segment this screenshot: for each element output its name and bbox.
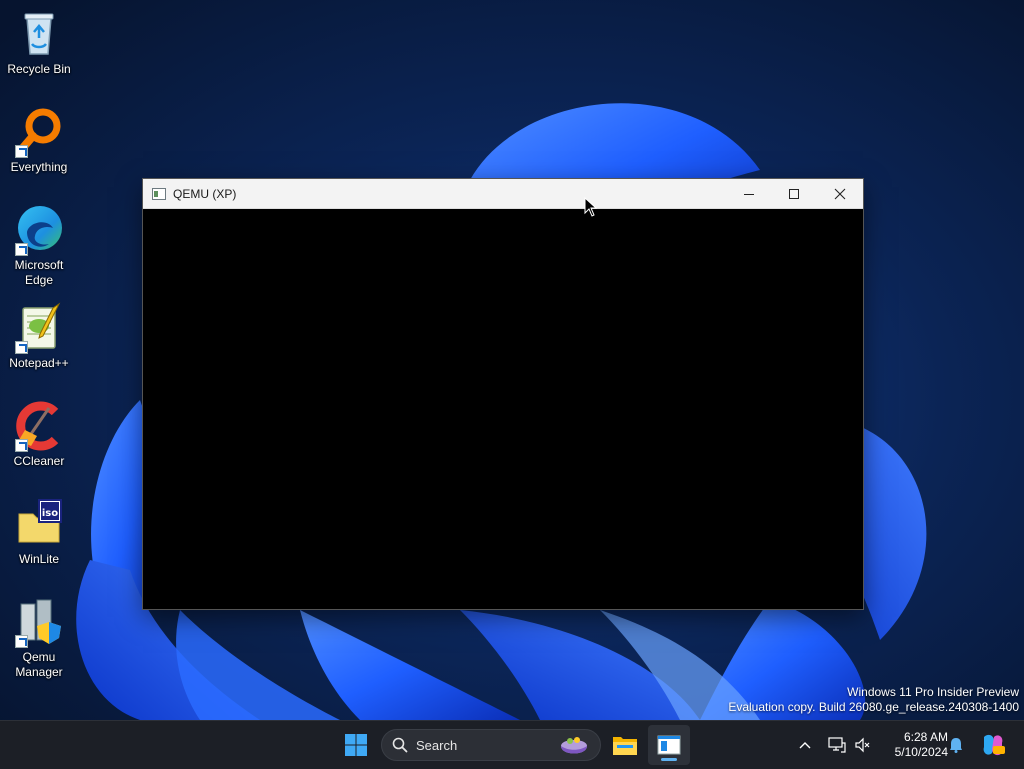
minimize-icon: [744, 193, 754, 195]
desktop-icon-label: Recycle Bin: [7, 62, 71, 76]
search-label: Search: [416, 737, 458, 753]
tray-network-button[interactable]: [826, 721, 848, 769]
taskbar-search-box[interactable]: Search: [381, 729, 601, 761]
desktop-icon-winlite[interactable]: iso WinLite: [4, 498, 74, 567]
vm-display[interactable]: [143, 209, 863, 609]
qemu-manager-icon: [13, 596, 65, 648]
desktop-icon-label: CCleaner: [13, 454, 65, 468]
mouse-cursor-icon: [584, 197, 597, 217]
qemu-window[interactable]: QEMU (XP): [143, 179, 863, 609]
copilot-icon: [983, 734, 1005, 756]
qemu-app-icon: [152, 187, 166, 200]
qemu-taskbar-icon: [657, 735, 681, 755]
close-button[interactable]: [817, 179, 863, 208]
desktop-icon-recycle-bin[interactable]: Recycle Bin: [4, 8, 74, 77]
taskbar: Search 6:28 AM 5/10/2024: [0, 720, 1024, 769]
folder-iso-icon: iso: [13, 498, 65, 550]
shortcut-arrow-icon: [15, 635, 28, 648]
os-watermark: Windows 11 Pro Insider Preview Evaluatio…: [728, 685, 1019, 715]
edge-icon: [13, 204, 65, 256]
everything-icon: [13, 106, 65, 158]
desktop-icon-label: Microsoft Edge: [14, 258, 64, 287]
window-titlebar[interactable]: QEMU (XP): [143, 179, 863, 209]
volume-muted-icon: [855, 737, 870, 753]
search-highlight-icon: [561, 737, 587, 754]
close-icon: [834, 188, 846, 199]
maximize-icon: [789, 188, 799, 199]
clock-time: 6:28 AM: [903, 730, 948, 744]
notepad-plus-plus-icon: [13, 302, 65, 354]
chevron-up-icon: [799, 742, 811, 749]
shortcut-arrow-icon: [15, 243, 28, 256]
tray-overflow-button[interactable]: [794, 721, 816, 769]
windows-logo-icon: [345, 734, 367, 756]
maximize-button[interactable]: [771, 179, 817, 208]
bell-icon: [950, 738, 962, 753]
desktop-icon-qemu-manager[interactable]: Qemu Manager: [4, 596, 74, 680]
copilot-button[interactable]: [978, 721, 1008, 769]
tray-volume-button[interactable]: [852, 721, 874, 769]
shortcut-arrow-icon: [15, 341, 28, 354]
desktop-icon-label: Notepad++: [9, 356, 69, 370]
ccleaner-icon: [13, 400, 65, 452]
folder-icon: [613, 737, 637, 755]
desktop-icon-ccleaner[interactable]: CCleaner: [4, 400, 74, 469]
taskbar-active-indicator: [661, 758, 677, 761]
clock-date: 5/10/2024: [894, 745, 948, 759]
recycle-bin-icon: [13, 8, 65, 60]
desktop-icon-label: WinLite: [18, 552, 59, 566]
taskbar-clock[interactable]: 6:28 AM 5/10/2024: [878, 721, 948, 769]
desktop-icon-notepad-plus-plus[interactable]: Notepad++: [4, 302, 74, 371]
search-icon: [392, 737, 408, 753]
start-button[interactable]: [336, 725, 376, 765]
desktop-icon-everything[interactable]: Everything: [4, 106, 74, 175]
minimize-button[interactable]: [726, 179, 772, 208]
network-icon: [828, 737, 846, 753]
desktop-icon-label: Everything: [10, 160, 68, 174]
shortcut-arrow-icon: [15, 439, 28, 452]
window-title: QEMU (XP): [173, 186, 237, 201]
notification-button[interactable]: [946, 721, 966, 769]
watermark-line-1: Windows 11 Pro Insider Preview: [847, 685, 1019, 699]
desktop-icon-microsoft-edge[interactable]: Microsoft Edge: [4, 204, 74, 288]
desktop-icon-label: Qemu Manager: [15, 650, 63, 679]
svg-text:iso: iso: [42, 508, 58, 519]
watermark-line-2: Evaluation copy. Build 26080.ge_release.…: [728, 700, 1019, 714]
taskbar-file-explorer[interactable]: [604, 725, 646, 765]
shortcut-arrow-icon: [15, 145, 28, 158]
